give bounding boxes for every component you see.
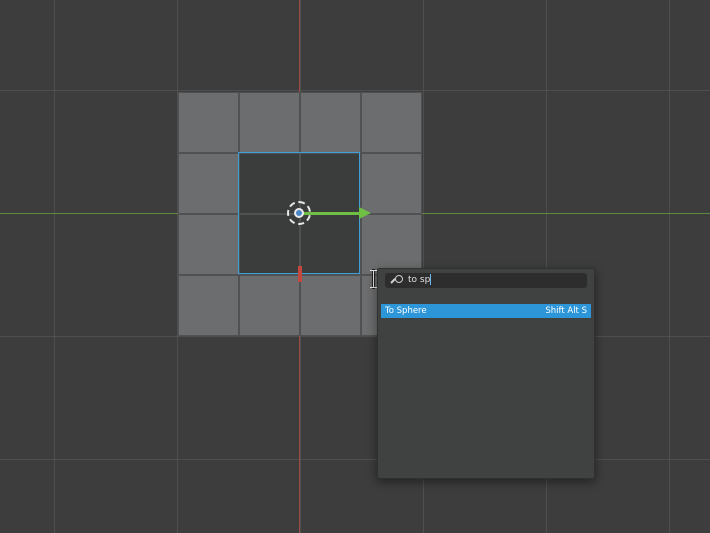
mesh-face[interactable] — [300, 92, 361, 153]
pivot-center — [294, 208, 304, 218]
operator-search-popup: to sp To Sphere Shift Alt S — [377, 268, 595, 479]
search-input[interactable]: to sp — [385, 273, 587, 288]
mesh-face[interactable] — [239, 275, 300, 336]
mesh-face[interactable] — [361, 92, 422, 153]
result-shortcut: Shift Alt S — [545, 306, 587, 316]
mesh-face[interactable] — [178, 275, 239, 336]
mesh-face[interactable] — [178, 153, 239, 214]
gizmo-y-arrow[interactable] — [303, 212, 361, 215]
mesh-face[interactable] — [361, 214, 422, 275]
search-result-item[interactable]: To Sphere Shift Alt S — [381, 304, 591, 318]
text-cursor-icon — [370, 270, 377, 288]
mesh-face[interactable] — [300, 275, 361, 336]
mesh-face[interactable] — [178, 214, 239, 275]
result-label: To Sphere — [385, 306, 427, 316]
gizmo-x-handle[interactable] — [298, 266, 302, 282]
mesh-face[interactable] — [178, 92, 239, 153]
text-caret — [430, 274, 432, 285]
search-icon — [390, 274, 404, 288]
search-query-text: to sp — [408, 274, 432, 285]
gizmo-y-arrow-head[interactable] — [359, 207, 371, 219]
mesh-face[interactable] — [361, 153, 422, 214]
3d-viewport[interactable] — [0, 0, 710, 533]
mesh-face[interactable] — [239, 92, 300, 153]
